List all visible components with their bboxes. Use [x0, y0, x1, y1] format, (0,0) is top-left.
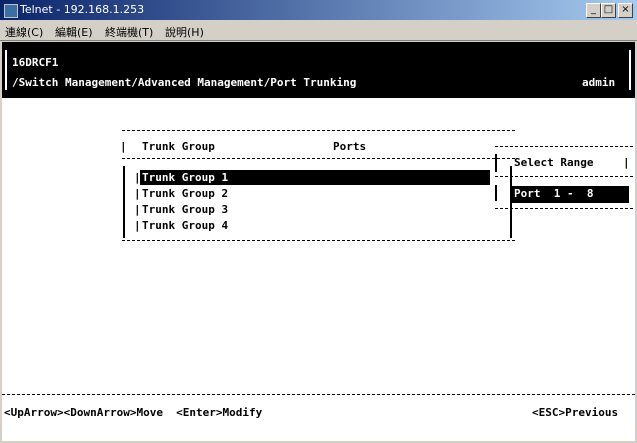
- table-bottom-border: [122, 240, 515, 241]
- menu-terminal[interactable]: 終端機(T): [105, 24, 153, 40]
- range-right-pipe: |: [623, 156, 630, 169]
- table-row-trunk-group-1[interactable]: Trunk Group 1: [142, 171, 228, 184]
- table-left-border: [123, 166, 125, 238]
- footer-escape-hint: <ESC>Previous: [532, 406, 619, 419]
- terminal-screen[interactable]: 16DRCF1 /Switch Management/Advanced Mana…: [2, 42, 635, 441]
- menu-help[interactable]: 說明(H): [165, 24, 204, 40]
- table-row-trunk-group-2[interactable]: Trunk Group 2: [142, 187, 228, 200]
- table-row-trunk-group-3[interactable]: Trunk Group 3: [142, 203, 228, 216]
- breadcrumb-path: /Switch Management/Advanced Management/P…: [12, 76, 357, 89]
- telnet-app-icon: [4, 4, 18, 18]
- range-value-left-border: [495, 185, 497, 201]
- row-pipe: |: [134, 187, 141, 200]
- table-left-pipe: |: [120, 140, 127, 153]
- menu-edit[interactable]: 編輯(E): [55, 24, 93, 40]
- header-left-border: [5, 50, 7, 90]
- table-row-trunk-group-4[interactable]: Trunk Group 4: [142, 219, 228, 232]
- column-header-trunk-group: Trunk Group: [142, 140, 215, 153]
- window-title: Telnet - 192.168.1.253: [20, 3, 145, 16]
- select-range-title: Select Range: [514, 156, 594, 169]
- row-pipe: |: [134, 203, 141, 216]
- range-value-field[interactable]: Port 1 - 8: [514, 187, 593, 200]
- table-top-border: [122, 130, 515, 131]
- footer-divider: [2, 394, 635, 395]
- menu-connect[interactable]: 連線(C): [5, 24, 43, 40]
- terminal-header: 16DRCF1 /Switch Management/Advanced Mana…: [2, 42, 635, 98]
- device-name: 16DRCF1: [12, 56, 59, 69]
- footer-navigation-hint: <UpArrow><DownArrow>Move <Enter>Modify: [4, 406, 263, 419]
- menu-bar: 連線(C) 編輯(E) 終端機(T) 說明(H): [0, 20, 637, 41]
- close-button[interactable]: ×: [618, 3, 633, 18]
- user-name: admin: [582, 76, 616, 89]
- minimize-button[interactable]: _: [586, 3, 601, 18]
- column-header-ports: Ports: [333, 140, 367, 153]
- telnet-window: Telnet - 192.168.1.253 _ □ × 連線(C) 編輯(E)…: [0, 0, 637, 443]
- range-top-border: [495, 146, 633, 147]
- title-bar: Telnet - 192.168.1.253 _ □ ×: [0, 0, 637, 20]
- maximize-button[interactable]: □: [601, 3, 616, 18]
- header-right-border: [629, 50, 631, 90]
- row-pipe: |: [134, 219, 141, 232]
- table-header-divider: [122, 158, 515, 159]
- range-header-divider: [495, 176, 633, 177]
- range-bottom-border: [495, 208, 633, 209]
- row-pipe: |: [134, 171, 141, 184]
- range-left-border: [495, 154, 497, 172]
- range-value-right-pipe: |: [623, 187, 630, 200]
